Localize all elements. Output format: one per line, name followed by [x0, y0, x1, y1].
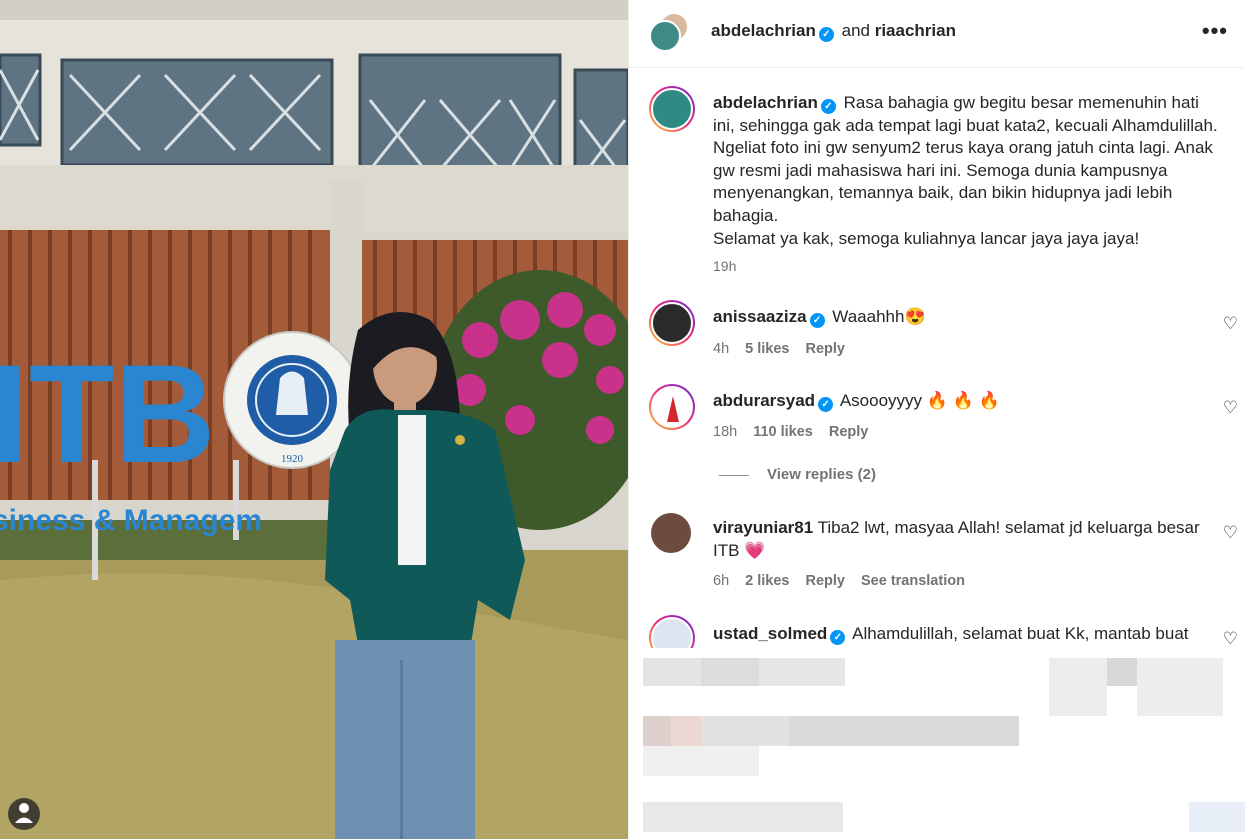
like-heart-icon[interactable]: ♡ [1223, 523, 1238, 543]
view-replies-button[interactable]: View replies (2) [719, 466, 876, 483]
like-heart-icon[interactable]: ♡ [1223, 314, 1238, 334]
reply-button[interactable]: Reply [805, 341, 845, 357]
verified-badge-icon: ✓ [809, 313, 825, 328]
author-username[interactable]: abdelachrian [711, 21, 816, 40]
verified-badge-icon: ✓ [820, 99, 836, 114]
comment-body: ustad_solmed ✓ Alhamdulillah, selamat bua… [713, 623, 1203, 646]
comment-username[interactable]: ustad_solmed [713, 624, 827, 643]
avatar[interactable] [649, 384, 695, 430]
coauthor-username[interactable]: riaachrian [875, 21, 956, 40]
comment-time[interactable]: 4h [713, 341, 729, 357]
caption-text-2: Selamat ya kak, semoga kuliahnya lancar … [713, 228, 1140, 248]
comment-username[interactable]: virayuniar81 [713, 518, 813, 537]
photo-illustration: ITB siness & Managem 1920 [0, 0, 628, 839]
svg-text:siness & Managem: siness & Managem [0, 504, 262, 537]
avatar[interactable] [649, 86, 695, 132]
post-detail-panel: abdelachrian ✓ and riaachrian ••• abdelac… [628, 0, 1245, 839]
tagged-users-button[interactable] [8, 798, 40, 830]
caption-username[interactable]: abdelachrian [713, 93, 818, 112]
post-photo: ITB siness & Managem 1920 [0, 0, 628, 839]
comment-likes[interactable]: 2 likes [745, 573, 789, 589]
authors-joiner: and [841, 21, 870, 40]
comment-text: Waaahhh😍 [832, 307, 926, 326]
comment-meta: 6h 2 likes Reply See translation [713, 573, 981, 589]
comment-meta: 4h 5 likes Reply [713, 341, 861, 357]
comment-text: Alhamdulillah, selamat buat Kk, mantab b… [852, 624, 1189, 643]
like-heart-icon[interactable]: ♡ [1223, 398, 1238, 418]
more-options-icon[interactable]: ••• [1202, 18, 1228, 44]
caption-text: Rasa bahagia gw begitu besar memenuhin h… [713, 93, 1218, 225]
comment-time[interactable]: 18h [713, 424, 737, 440]
comment-body: virayuniar81 Tiba2 lwt, masyaa Allah! se… [713, 517, 1203, 562]
post-caption: abdelachrian ✓ Rasa bahagia gw begitu bes… [713, 92, 1223, 250]
obscured-area [629, 648, 1245, 839]
comment-likes[interactable]: 5 likes [745, 341, 789, 357]
post-header: abdelachrian ✓ and riaachrian ••• [629, 0, 1245, 68]
comment-username[interactable]: anissaaziza [713, 307, 807, 326]
comment-likes[interactable]: 110 likes [753, 424, 813, 440]
svg-text:1920: 1920 [281, 453, 304, 465]
avatar[interactable] [649, 300, 695, 346]
post-authors: abdelachrian ✓ and riaachrian [711, 20, 956, 42]
verified-badge-icon: ✓ [818, 397, 834, 412]
reply-button[interactable]: Reply [829, 424, 869, 440]
avatar[interactable] [649, 20, 681, 52]
reply-button[interactable]: Reply [805, 573, 845, 589]
comment-body: abdurarsyad ✓ Asoooyyyy 🔥 🔥 🔥 [713, 390, 1203, 413]
comment-time[interactable]: 6h [713, 573, 729, 589]
comment-body: anissaaziza ✓ Waaahhh😍 [713, 306, 1203, 329]
svg-text:ITB: ITB [0, 335, 216, 492]
comment-text: Asoooyyyy 🔥 🔥 🔥 [839, 391, 1000, 410]
see-translation-button[interactable]: See translation [861, 573, 965, 589]
comment-username[interactable]: abdurarsyad [713, 391, 815, 410]
comment-meta: 18h 110 likes Reply [713, 424, 884, 440]
like-heart-icon[interactable]: ♡ [1223, 629, 1238, 649]
verified-badge-icon: ✓ [830, 630, 846, 645]
verified-badge-icon: ✓ [818, 27, 834, 42]
avatar[interactable] [651, 513, 691, 553]
caption-timestamp[interactable]: 19h [713, 258, 736, 274]
